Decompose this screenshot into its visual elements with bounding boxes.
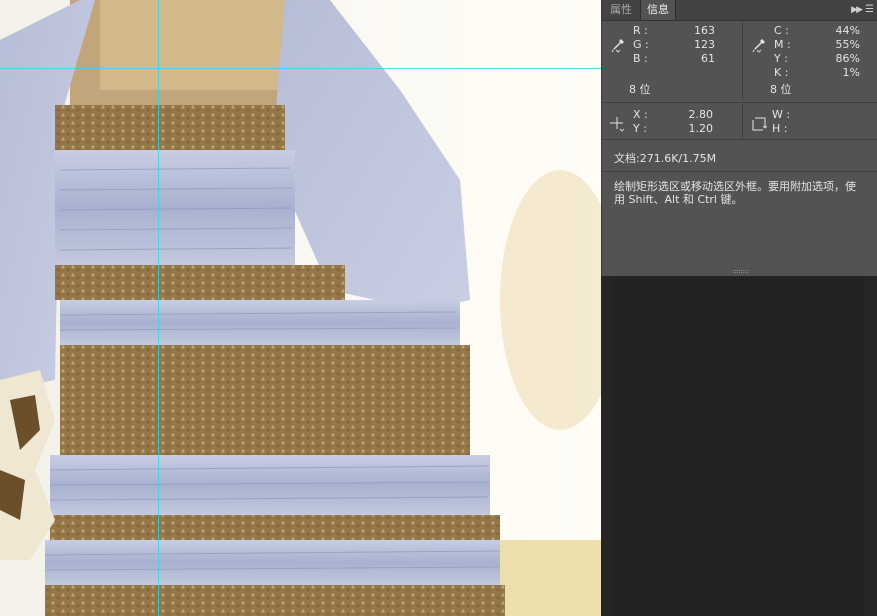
vertical-guide[interactable] bbox=[158, 0, 159, 616]
label-y: Y : bbox=[774, 52, 788, 65]
horizontal-guide[interactable] bbox=[0, 68, 601, 69]
section-divider bbox=[602, 102, 877, 103]
tab-info[interactable]: 信息 bbox=[640, 0, 676, 20]
value-r: 163 bbox=[694, 24, 715, 37]
panel-resize-grip[interactable] bbox=[733, 270, 749, 273]
label-g: G : bbox=[633, 38, 649, 51]
tool-hint: 绘制矩形选区或移动选区外框。要用附加选项，使用 Shift、Alt 和 Ctrl… bbox=[614, 180, 856, 206]
section-divider bbox=[602, 171, 877, 172]
document-size: 文档:271.6K/1.75M bbox=[614, 152, 717, 165]
info-panel: 属性 信息 ▶▶ ☰ R : 163 G : 123 B : 61 8 位 C … bbox=[601, 0, 877, 276]
label-h: H : bbox=[772, 122, 788, 135]
dress-photo bbox=[0, 0, 601, 616]
label-pos-y: Y : bbox=[633, 122, 647, 135]
label-k: K : bbox=[774, 66, 789, 79]
section-divider bbox=[602, 139, 877, 140]
crosshair-icon bbox=[610, 117, 625, 132]
eyedropper-icon[interactable] bbox=[751, 37, 767, 53]
document-canvas[interactable] bbox=[0, 0, 601, 616]
label-r: R : bbox=[633, 24, 648, 37]
label-w: W : bbox=[772, 108, 791, 121]
tab-properties[interactable]: 属性 bbox=[604, 0, 638, 20]
panel-tab-bar: 属性 信息 ▶▶ ☰ bbox=[602, 0, 877, 21]
value-pos-y: 1.20 bbox=[688, 122, 714, 135]
column-divider bbox=[742, 22, 743, 100]
rgb-bit-depth: 8 位 bbox=[629, 83, 651, 96]
value-b: 61 bbox=[701, 52, 715, 65]
value-x: 2.80 bbox=[688, 108, 714, 121]
label-c: C : bbox=[774, 24, 789, 37]
cmyk-bit-depth: 8 位 bbox=[770, 83, 792, 96]
value-k: 1% bbox=[842, 66, 860, 79]
selection-size-icon bbox=[752, 117, 767, 131]
label-b: B : bbox=[633, 52, 648, 65]
label-m: M : bbox=[774, 38, 791, 51]
value-c: 44% bbox=[835, 24, 860, 37]
collapse-icon[interactable]: ▶▶ bbox=[851, 0, 863, 20]
column-divider bbox=[742, 104, 743, 138]
label-x: X : bbox=[633, 108, 648, 121]
value-m: 55% bbox=[835, 38, 860, 51]
eyedropper-icon[interactable] bbox=[610, 37, 626, 53]
value-y: 86% bbox=[835, 52, 860, 65]
value-g: 123 bbox=[694, 38, 715, 51]
panel-menu-icon[interactable]: ☰ bbox=[865, 0, 874, 20]
workspace-pasteboard bbox=[613, 276, 865, 616]
